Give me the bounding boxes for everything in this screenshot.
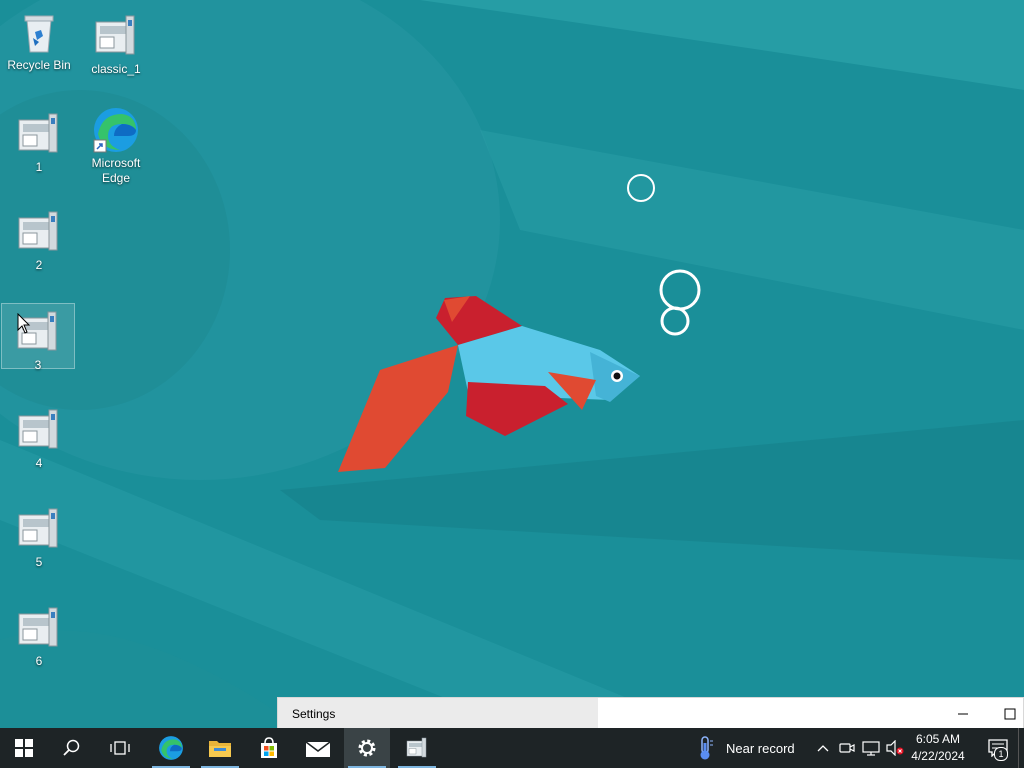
- taskbar-edge-button[interactable]: [148, 728, 194, 768]
- gear-icon: [358, 739, 376, 757]
- search-button[interactable]: [48, 728, 96, 768]
- mouse-cursor-icon: [17, 313, 31, 334]
- taskbar-file-explorer-button[interactable]: [197, 728, 243, 768]
- taskbar-settings-button[interactable]: [344, 728, 390, 768]
- meet-now-tray-button[interactable]: [836, 728, 858, 768]
- search-icon: [63, 739, 80, 756]
- installer-package-icon: [18, 508, 58, 548]
- maximize-button[interactable]: [996, 704, 1024, 724]
- file-5-icon-item[interactable]: 5: [2, 505, 76, 570]
- wallpaper: [0, 0, 1024, 728]
- installer-package-icon: [18, 113, 58, 153]
- desktop-icon-label: Recycle Bin: [7, 58, 71, 72]
- file-1-icon-item[interactable]: 1: [2, 110, 76, 175]
- taskbar-mail-button[interactable]: [295, 728, 341, 768]
- classic-1-icon-item[interactable]: classic_1: [79, 12, 153, 77]
- camera-icon: [839, 743, 855, 753]
- desktop-icon-label: 5: [35, 555, 43, 569]
- installer-package-icon: [18, 211, 58, 251]
- desktop-icon-label: classic_1: [91, 62, 141, 76]
- minimize-button[interactable]: [948, 704, 978, 724]
- thermometer-icon: [700, 736, 713, 760]
- show-hidden-icons-button[interactable]: [812, 728, 834, 768]
- desktop-icon-label: 3: [34, 358, 42, 372]
- edge-icon: [159, 736, 183, 760]
- taskbar-store-button[interactable]: [246, 728, 292, 768]
- file-6-icon-item[interactable]: 6: [2, 604, 76, 669]
- installer-package-icon: [95, 15, 135, 55]
- task-view-icon: [110, 741, 130, 755]
- volume-muted-icon: [886, 740, 904, 756]
- desktop: Recycle Bin classic_1 1 Microsoft Edge 2…: [0, 0, 1024, 728]
- installer-package-icon: [18, 409, 58, 449]
- file-4-icon-item[interactable]: 4: [2, 406, 76, 471]
- clock-time: 6:05 AM: [915, 732, 961, 746]
- notification-count-badge: 1: [994, 747, 1008, 761]
- folder-icon: [209, 741, 231, 757]
- chevron-up-icon: [817, 745, 829, 752]
- desktop-icon-label: 2: [35, 258, 43, 272]
- microsoft-edge-icon-item[interactable]: Microsoft Edge: [79, 106, 153, 186]
- settings-title-pane: Settings: [278, 698, 598, 729]
- installer-package-icon: [18, 607, 58, 647]
- start-button[interactable]: [0, 728, 48, 768]
- desktop-icon-label: 1: [35, 160, 43, 174]
- file-3-icon-item[interactable]: 3: [1, 303, 75, 372]
- volume-tray-button[interactable]: [884, 728, 906, 768]
- taskbar-installer-button[interactable]: [394, 728, 440, 768]
- window-title: Settings: [292, 707, 336, 721]
- network-icon: [862, 741, 880, 756]
- recycle-bin-icon-item[interactable]: Recycle Bin: [2, 8, 76, 73]
- recycle-bin-icon: [24, 15, 54, 53]
- windows-logo-icon: [15, 739, 33, 757]
- edge-icon: [93, 108, 138, 153]
- settings-window[interactable]: Settings: [277, 697, 1024, 729]
- desktop-icon-label: 4: [35, 456, 43, 470]
- show-desktop-button[interactable]: [1018, 728, 1024, 768]
- mail-icon: [305, 741, 331, 757]
- store-bag-icon: [261, 737, 277, 758]
- task-view-button[interactable]: [96, 728, 144, 768]
- installer-package-icon: [406, 737, 427, 758]
- clock-date: 4/22/2024: [911, 749, 965, 763]
- file-2-icon-item[interactable]: 2: [2, 208, 76, 273]
- desktop-icon-label: Microsoft Edge: [91, 156, 141, 185]
- desktop-icon-label: 6: [35, 654, 43, 668]
- taskbar: Near record 6:05 AM 4/22/2024: [0, 728, 1024, 768]
- network-tray-button[interactable]: [860, 728, 882, 768]
- weather-text: Near record: [726, 741, 795, 756]
